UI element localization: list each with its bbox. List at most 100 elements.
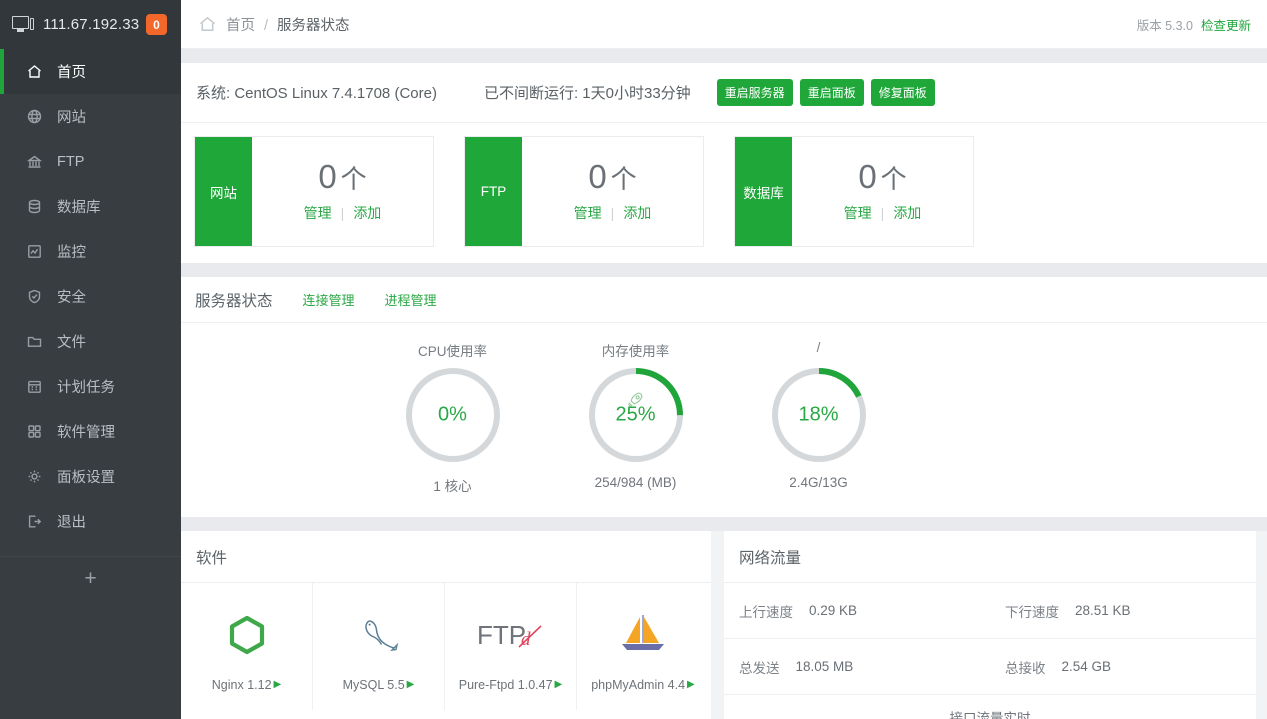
- sidebar-item-label: FTP: [57, 154, 84, 170]
- sidebar-item-ftp[interactable]: FTP: [0, 139, 181, 184]
- card-count: 0个: [858, 158, 906, 196]
- sidebar-item-label: 数据库: [57, 196, 101, 217]
- card-manage-link[interactable]: 管理: [844, 205, 872, 221]
- card-add-link[interactable]: 添加: [623, 205, 651, 221]
- card-count-value: 0: [318, 158, 336, 195]
- software-name: Pure-Ftpd 1.0.47 ▶: [459, 678, 563, 692]
- software-grid: Nginx 1.12 ▶: [181, 583, 711, 710]
- home-icon: [198, 15, 217, 33]
- sidebar-item-files[interactable]: 文件: [0, 319, 181, 364]
- restart-server-button[interactable]: 重启服务器: [717, 79, 793, 106]
- sidebar-item-cron[interactable]: 计划任务: [0, 364, 181, 409]
- sidebar-item-label: 网站: [57, 106, 86, 127]
- notification-badge[interactable]: 0: [146, 14, 167, 35]
- repair-panel-button[interactable]: 修复面板: [871, 79, 935, 106]
- card-count-unit: 个: [611, 164, 637, 194]
- process-manage-link[interactable]: 进程管理: [385, 290, 437, 309]
- sidebar-item-security[interactable]: 安全: [0, 274, 181, 319]
- breadcrumb: 首页 / 服务器状态: [226, 14, 350, 35]
- network-key: 总接收: [1005, 657, 1046, 677]
- restart-panel-button[interactable]: 重启面板: [800, 79, 864, 106]
- card-tab-label: FTP: [465, 137, 522, 246]
- card-link-divider: |: [881, 205, 885, 221]
- system-info-bar: 系统: CentOS Linux 7.4.1708 (Core) 已不间断运行:…: [181, 63, 1267, 123]
- card-tab-label: 数据库: [735, 137, 792, 246]
- play-icon[interactable]: ▶: [555, 679, 563, 690]
- topbar-right: 版本 5.3.0 检查更新: [1137, 15, 1251, 34]
- sidebar-item-logout[interactable]: 退出: [0, 499, 181, 544]
- card-add-link[interactable]: 添加: [353, 205, 381, 221]
- gauge-memory: 内存使用率 25% 254/984 (MB): [544, 340, 727, 495]
- home-icon: [26, 63, 43, 80]
- breadcrumb-separator: /: [264, 18, 268, 34]
- breadcrumb-current: 服务器状态: [277, 18, 350, 34]
- software-name: MySQL 5.5 ▶: [343, 678, 415, 692]
- gauge-ring: 18%: [769, 365, 869, 465]
- nginx-icon: [225, 608, 269, 662]
- software-item-mysql[interactable]: MySQL 5.5 ▶: [313, 583, 445, 710]
- network-row-total: 总发送 18.05 MB 总接收 2.54 GB: [724, 639, 1256, 695]
- calendar-icon: [26, 378, 43, 395]
- sidebar-item-label: 软件管理: [57, 421, 115, 442]
- monitor-chart-icon: [26, 243, 43, 260]
- sidebar-item-label: 面板设置: [57, 466, 115, 487]
- sidebar-item-settings[interactable]: 面板设置: [0, 454, 181, 499]
- play-icon[interactable]: ▶: [407, 679, 415, 690]
- card-count-value: 0: [858, 158, 876, 195]
- gauge-caption: CPU使用率: [361, 340, 544, 358]
- software-item-pureftpd[interactable]: FTP d Pure-Ftpd 1.0.47 ▶: [445, 583, 577, 710]
- software-name: Nginx 1.12 ▶: [212, 678, 281, 692]
- globe-icon: [26, 108, 43, 125]
- phpmyadmin-icon: [617, 608, 669, 662]
- sidebar-header: 111.67.192.33 0: [0, 0, 181, 49]
- card-count-unit: 个: [341, 164, 367, 194]
- card-links: 管理|添加: [574, 203, 652, 223]
- software-item-phpmyadmin[interactable]: phpMyAdmin 4.4 ▶: [577, 583, 709, 710]
- network-value: 18.05 MB: [796, 659, 854, 674]
- sidebar-item-website[interactable]: 网站: [0, 94, 181, 139]
- play-icon[interactable]: ▶: [274, 679, 282, 690]
- os-label: 系统: CentOS Linux 7.4.1708 (Core): [196, 82, 437, 103]
- add-site-button[interactable]: +: [0, 556, 181, 600]
- section-divider: [181, 517, 1267, 531]
- software-item-nginx[interactable]: Nginx 1.12 ▶: [181, 583, 313, 710]
- sidebar-item-label: 退出: [57, 511, 86, 532]
- sidebar-item-database[interactable]: 数据库: [0, 184, 181, 229]
- section-divider: [181, 49, 1267, 63]
- sidebar-item-software[interactable]: 软件管理: [0, 409, 181, 454]
- network-footer-label: 接口流量实时: [724, 695, 1256, 719]
- card-body: 0个 管理 | 添加: [792, 137, 973, 246]
- network-total-recv: 总接收 2.54 GB: [990, 657, 1256, 677]
- shield-icon: [26, 288, 43, 305]
- network-download: 下行速度 28.51 KB: [990, 601, 1256, 621]
- play-icon[interactable]: ▶: [687, 679, 695, 690]
- server-ip: 111.67.192.33: [43, 16, 139, 33]
- card-links: 管理 | 添加: [844, 203, 922, 223]
- network-key: 总发送: [739, 657, 780, 677]
- system-actions: 重启服务器 重启面板 修复面板: [717, 79, 935, 106]
- network-value: 0.29 KB: [809, 603, 857, 618]
- software-label: MySQL 5.5: [343, 678, 405, 692]
- sidebar-item-label: 文件: [57, 331, 86, 352]
- card-manage-link[interactable]: 管理: [574, 205, 602, 221]
- card-add-link[interactable]: 添加: [893, 205, 921, 221]
- mysql-dolphin-icon: [356, 608, 402, 662]
- gauge-sub: 2.4G/13G: [727, 475, 910, 490]
- card-manage-link[interactable]: 管理: [304, 205, 332, 221]
- bottom-section: 软件 Nginx 1.12 ▶: [181, 531, 1267, 719]
- connection-manage-link[interactable]: 连接管理: [303, 290, 355, 309]
- software-label: Nginx 1.12: [212, 678, 272, 692]
- stat-card-website: 网站 0个 管理|添加: [194, 136, 434, 247]
- breadcrumb-home[interactable]: 首页: [226, 18, 255, 34]
- folder-icon: [26, 333, 43, 350]
- network-total-sent: 总发送 18.05 MB: [724, 657, 990, 677]
- sidebar-item-home[interactable]: 首页: [0, 49, 181, 94]
- card-link-divider: |: [341, 205, 345, 221]
- sidebar-item-monitor[interactable]: 监控: [0, 229, 181, 274]
- ftp-icon: [26, 153, 43, 170]
- check-update-link[interactable]: 检查更新: [1201, 15, 1251, 34]
- network-value: 2.54 GB: [1062, 659, 1112, 674]
- sidebar-nav: 首页 网站 FTP 数据库: [0, 49, 181, 544]
- sidebar: 111.67.192.33 0 首页 网站 FTP: [0, 0, 181, 719]
- stat-cards: 网站 0个 管理|添加 FTP 0个 管理|添加 数据库: [181, 123, 1267, 263]
